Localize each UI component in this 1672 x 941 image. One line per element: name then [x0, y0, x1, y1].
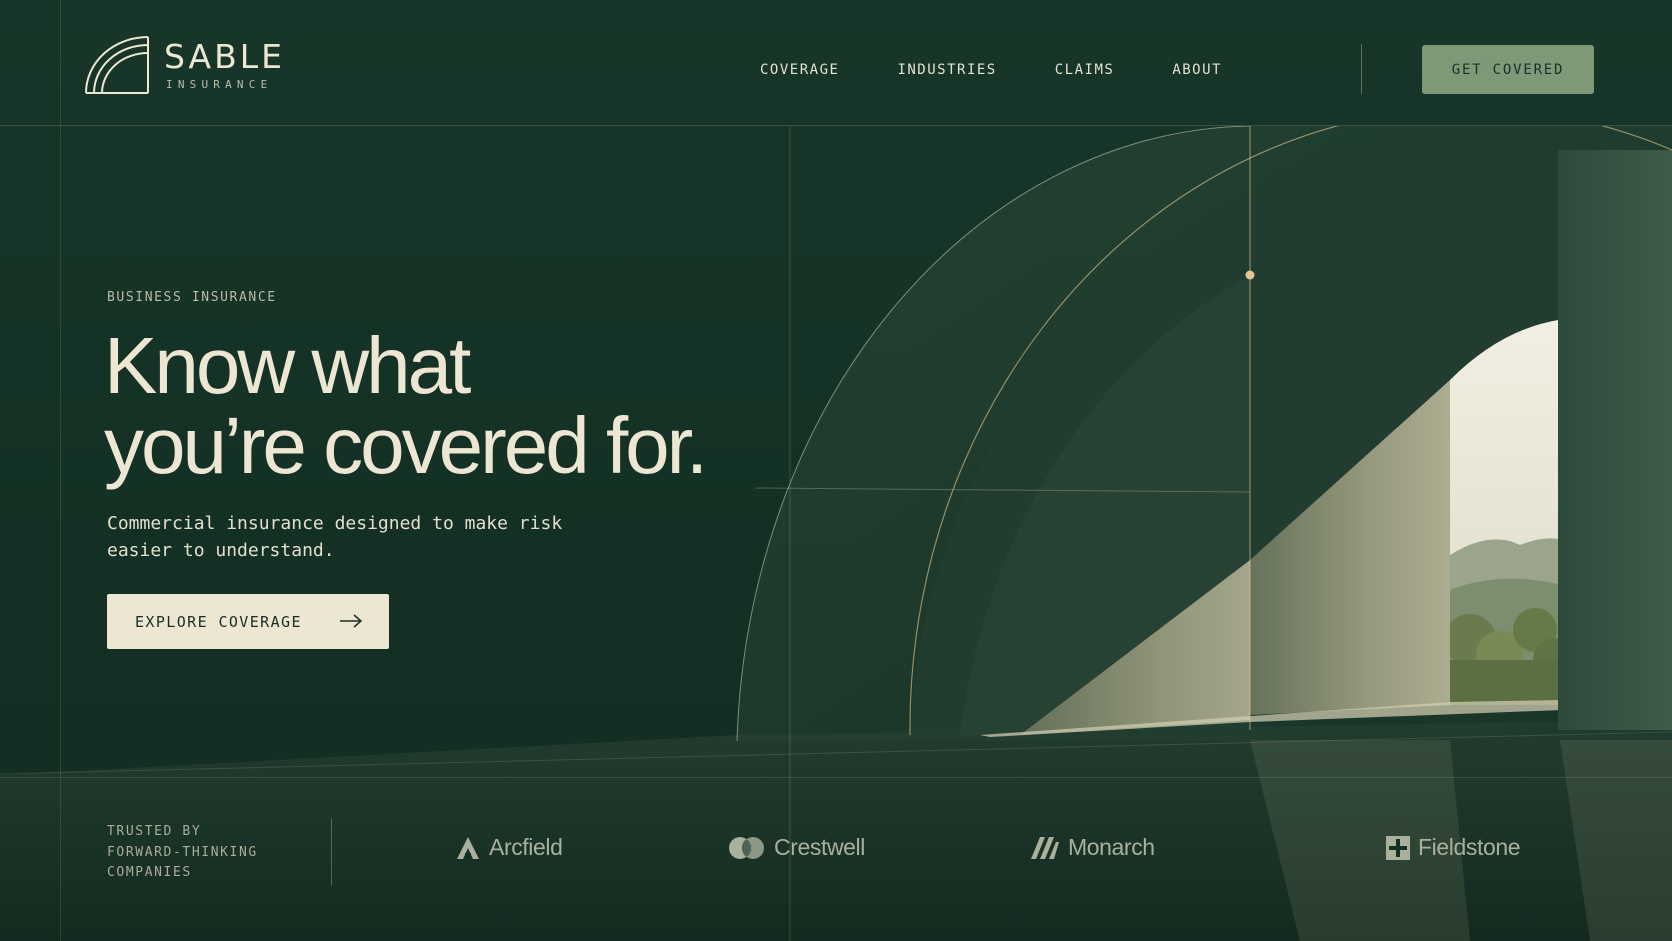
client-name-fieldstone: Fieldstone: [1418, 834, 1521, 860]
trusted-label-line-1: TRUSTED BY: [107, 824, 202, 839]
header-divider: [0, 125, 1672, 126]
trusted-label-line-3: COMPANIES: [107, 865, 192, 880]
nav-item-industries[interactable]: INDUSTRIES: [897, 62, 996, 78]
hero-headline: Know what you’re covered for.: [104, 326, 784, 486]
client-name-monarch: Monarch: [1068, 834, 1155, 860]
hero-subcopy: Commercial insurance designed to make ri…: [107, 513, 563, 561]
trusted-strip-divider: [0, 777, 1672, 778]
client-logo-fieldstone: Fieldstone: [1386, 834, 1521, 861]
client-name-crestwell: Crestwell: [774, 834, 865, 860]
trusted-divider: [331, 818, 332, 886]
nav-item-about[interactable]: ABOUT: [1172, 62, 1222, 78]
brand-tagline: INSURANCE: [166, 77, 273, 91]
nav-item-coverage[interactable]: COVERAGE: [760, 62, 839, 78]
get-covered-button[interactable]: GET COVERED: [1422, 45, 1594, 94]
nav-item-claims[interactable]: CLAIMS: [1055, 62, 1115, 78]
site-header: SABLE INSURANCE COVERAGE INDUSTRIES CLAI…: [0, 0, 1672, 125]
sable-arch-logo-icon: [85, 36, 149, 94]
hero-headline-line-2: you’re covered for.: [104, 401, 708, 490]
client-logo-monarch: Monarch: [1030, 834, 1155, 861]
trusted-label-line-2: FORWARD-THINKING: [107, 844, 258, 860]
grid-line-left: [60, 0, 61, 941]
explore-coverage-button[interactable]: EXPLORE COVERAGE: [107, 594, 389, 649]
main-nav: COVERAGE INDUSTRIES CLAIMS ABOUT: [760, 62, 1280, 78]
trusted-by-label: TRUSTED BY FORWARD-THINKING COMPANIES: [107, 822, 258, 884]
brand-name: SABLE: [164, 36, 286, 76]
client-logo-crestwell: Crestwell: [728, 834, 865, 861]
arrow-right-icon: [340, 614, 363, 628]
client-name-arcfield: Arcfield: [489, 834, 563, 860]
monarch-logo-icon: [1031, 836, 1059, 859]
landing-page: SABLE INSURANCE COVERAGE INDUSTRIES CLAI…: [0, 0, 1672, 941]
nav-divider: [1361, 44, 1362, 94]
hero-headline-line-1: Know what: [104, 321, 471, 410]
arcfield-logo-icon: [457, 836, 479, 859]
client-logo-arcfield: Arcfield: [455, 834, 563, 861]
hero-eyebrow: BUSINESS INSURANCE: [107, 290, 277, 305]
fieldstone-logo-icon: [1386, 835, 1410, 860]
explore-coverage-label: EXPLORE COVERAGE: [135, 612, 302, 631]
crestwell-logo-icon: [729, 836, 764, 859]
brand-logo[interactable]: SABLE INSURANCE: [84, 36, 285, 94]
